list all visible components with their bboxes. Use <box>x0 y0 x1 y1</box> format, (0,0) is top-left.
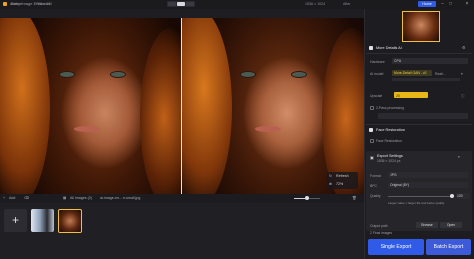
after-label: After <box>343 2 351 6</box>
batch-export-button[interactable]: Batch Export <box>426 239 471 255</box>
view-mode-switch <box>167 1 195 7</box>
compare-header <box>0 9 364 18</box>
before-label: Before <box>11 2 22 6</box>
before-size: 768 × 512 <box>36 2 53 6</box>
divider <box>366 124 472 125</box>
lips <box>74 126 100 132</box>
format-label: Format <box>370 174 381 178</box>
hardware-label: Hardware <box>370 60 385 64</box>
upscale-value: 2X <box>396 94 401 98</box>
slider-handle[interactable] <box>305 196 309 200</box>
after-size: 1536 × 1024 <box>305 2 326 6</box>
face-restoration-title: Face Restoration <box>376 128 405 132</box>
hair-right <box>322 28 364 194</box>
split-view-icon[interactable] <box>168 2 176 6</box>
export-settings-title: Export Settings <box>377 154 403 158</box>
browse-button[interactable]: Browse <box>416 222 438 228</box>
divider <box>366 53 472 54</box>
more-details-title: More Details AI <box>376 46 402 50</box>
before-image[interactable] <box>0 18 182 194</box>
preview-thumbnail <box>402 11 440 42</box>
preview-overlay: ↻ Refresh ⊕ 72% <box>327 172 358 189</box>
ai-model-select[interactable]: More-Detail GAN - v2 <box>392 70 432 76</box>
refresh-icon[interactable]: ↻ <box>329 174 332 178</box>
export-settings-panel <box>366 151 472 231</box>
export-dimensions: 1536 × 1024 px <box>377 159 401 163</box>
ai-model-label: AI model <box>370 72 384 76</box>
open-button[interactable]: Open <box>440 222 462 228</box>
image-thumbnail-selected[interactable] <box>58 209 82 233</box>
chevron-down-icon[interactable]: ▾ <box>461 72 463 76</box>
hair-right <box>140 28 182 194</box>
export-icon: ▣ <box>370 155 374 160</box>
all-images-tab[interactable]: All images (2) <box>70 196 92 200</box>
maximize-icon[interactable]: □ <box>447 1 454 7</box>
eye-right <box>291 71 307 78</box>
hair-left <box>0 18 50 194</box>
add-button[interactable]: Add <box>9 196 15 200</box>
more-details-checkbox[interactable] <box>369 46 373 50</box>
add-image-tile[interactable]: + <box>4 209 27 232</box>
image-thumbnail[interactable] <box>31 209 54 232</box>
app-logo-icon <box>3 2 7 6</box>
filmstrip <box>0 203 364 259</box>
upscale-label: Upscale <box>370 94 383 98</box>
format-select[interactable]: JPG <box>388 172 468 178</box>
quality-slider-handle[interactable] <box>450 194 454 198</box>
face-restoration-section-checkbox[interactable] <box>369 128 373 132</box>
zoom-level: 72% <box>336 182 344 186</box>
title-bar <box>0 0 474 9</box>
close-icon[interactable]: × <box>464 1 470 7</box>
eye-right <box>110 71 126 78</box>
zoom-icon[interactable]: ⊕ <box>329 182 332 186</box>
quality-label: Quality <box>370 194 381 198</box>
eye-left <box>59 71 75 78</box>
lips <box>255 126 281 132</box>
face-restoration-label: Face Restoration <box>376 139 402 143</box>
single-view-icon[interactable] <box>186 2 194 6</box>
hardware-select[interactable]: CPU <box>392 58 468 64</box>
face-restoration-checkbox[interactable] <box>370 139 374 143</box>
after-image[interactable] <box>182 18 364 194</box>
settings-gear-icon[interactable]: ⚙ <box>462 45 466 50</box>
quality-hint: Larger value = larger file and better qu… <box>388 201 445 205</box>
chevron-down-icon[interactable]: ▾ <box>458 155 460 159</box>
minimize-icon[interactable]: – <box>439 1 446 7</box>
model-detail-bar <box>392 78 460 81</box>
side-by-side-view-icon[interactable] <box>177 2 185 6</box>
quality-value[interactable]: 100 <box>456 193 470 199</box>
final-images-count: 2 Final images <box>370 231 393 235</box>
single-export-button[interactable]: Single Export <box>368 239 424 255</box>
output-path-label: Output path <box>370 224 388 228</box>
quality-slider[interactable] <box>388 196 452 197</box>
current-file-name: ai-image-en... e-small.jpg <box>100 196 141 200</box>
trash-icon[interactable]: 🗑 <box>352 196 357 200</box>
eye-left <box>240 71 256 78</box>
two-pass-label: 2-Pass processing <box>376 106 404 110</box>
hair-left <box>182 18 232 194</box>
info-icon[interactable]: ⓘ <box>461 93 464 98</box>
delete-icon[interactable]: ⌫ <box>24 196 29 200</box>
add-icon[interactable]: + <box>3 196 5 200</box>
bpc-label: BPC <box>370 184 377 188</box>
ai-model-sub: Reali... <box>435 72 446 76</box>
home-button[interactable]: Home <box>418 1 436 7</box>
two-pass-select[interactable] <box>378 113 468 119</box>
grid-icon[interactable]: ▦ <box>63 196 66 200</box>
bpc-select[interactable]: Original (8Y) <box>388 182 468 188</box>
refresh-button[interactable]: Refresh <box>336 174 349 178</box>
two-pass-checkbox[interactable] <box>370 106 374 110</box>
